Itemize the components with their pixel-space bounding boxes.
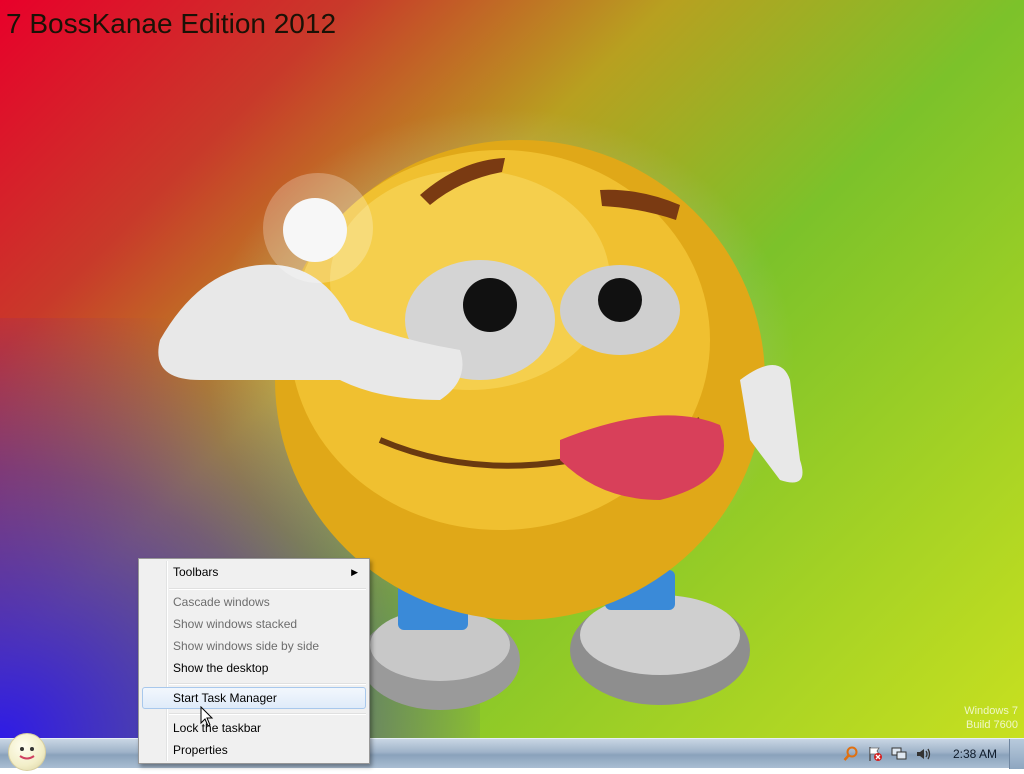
menu-separator — [169, 713, 366, 715]
system-tray: 2:38 AM — [839, 739, 1024, 769]
action-center-flag-icon[interactable] — [866, 745, 884, 763]
taskbar-context-menu: Toolbars ▶ Cascade windows Show windows … — [138, 558, 370, 764]
menu-item-show-windows-side-by-side: Show windows side by side — [142, 635, 366, 657]
menu-item-label: Cascade windows — [173, 595, 270, 609]
menu-item-label: Lock the taskbar — [173, 721, 262, 735]
menu-item-label: Toolbars — [173, 565, 219, 579]
wallpaper-title: 7 BossKanae Edition 2012 — [6, 8, 337, 39]
mouse-cursor-icon — [200, 706, 214, 727]
watermark-line-1: Windows 7 — [964, 705, 1018, 717]
os-build-watermark: Windows 7 Build 7600 — [964, 704, 1018, 732]
start-orb-icon[interactable] — [8, 733, 46, 771]
menu-item-lock-the-taskbar[interactable]: Lock the taskbar — [142, 717, 366, 739]
menu-item-cascade-windows: Cascade windows — [142, 591, 366, 613]
menu-item-properties[interactable]: Properties — [142, 739, 366, 761]
volume-icon[interactable] — [914, 745, 932, 763]
menu-item-label: Show windows side by side — [173, 639, 320, 653]
menu-item-label: Start Task Manager — [173, 691, 277, 705]
clock[interactable]: 2:38 AM — [953, 747, 997, 761]
menu-item-label: Show windows stacked — [173, 617, 298, 631]
search-icon[interactable] — [842, 745, 860, 763]
menu-separator — [169, 683, 366, 685]
menu-item-show-windows-stacked: Show windows stacked — [142, 613, 366, 635]
menu-item-label: Show the desktop — [173, 661, 269, 675]
network-icon[interactable] — [890, 745, 908, 763]
menu-item-label: Properties — [173, 743, 228, 757]
menu-item-start-task-manager[interactable]: Start Task Manager — [142, 687, 366, 709]
menu-item-toolbars[interactable]: Toolbars ▶ — [142, 561, 366, 583]
chevron-right-icon: ▶ — [351, 567, 358, 577]
menu-item-show-the-desktop[interactable]: Show the desktop — [142, 657, 366, 679]
menu-separator — [169, 588, 366, 590]
show-desktop-button[interactable] — [1009, 739, 1024, 769]
watermark-line-2: Build 7600 — [966, 719, 1018, 731]
